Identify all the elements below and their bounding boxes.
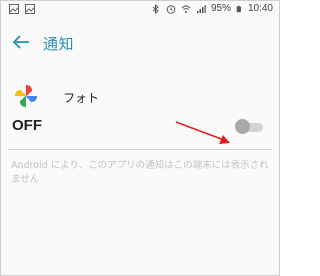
status-left — [9, 4, 35, 14]
divider — [8, 149, 272, 150]
app-bar: 通知 — [1, 20, 279, 64]
page-title: 通知 — [43, 35, 75, 53]
google-photos-icon — [15, 85, 37, 107]
wifi-icon — [181, 5, 191, 13]
battery-icon — [236, 5, 241, 12]
image-icon — [25, 4, 35, 14]
status-bar: 95% 10:40 — [1, 1, 279, 19]
status-right: 95% 10:40 — [151, 3, 273, 14]
notification-toggle-switch[interactable] — [233, 119, 265, 135]
battery-percent: 95% — [210, 3, 231, 14]
toggle-state-label: OFF — [12, 117, 42, 134]
red-arrow-icon — [175, 121, 230, 144]
notification-toggle-row[interactable]: OFF — [1, 108, 279, 146]
arrow-left-icon[interactable] — [11, 32, 31, 52]
blocked-notification-description: Android により、このアプリの通知はこの端末には表示されません — [11, 160, 269, 185]
bluetooth-icon — [152, 3, 159, 14]
app-name: フォト — [63, 91, 100, 105]
image-icon — [9, 4, 19, 14]
alarm-icon — [166, 4, 176, 14]
toggle-thumb[interactable] — [235, 119, 250, 134]
signal-icon — [196, 4, 206, 13]
clock: 10:40 — [247, 3, 273, 14]
